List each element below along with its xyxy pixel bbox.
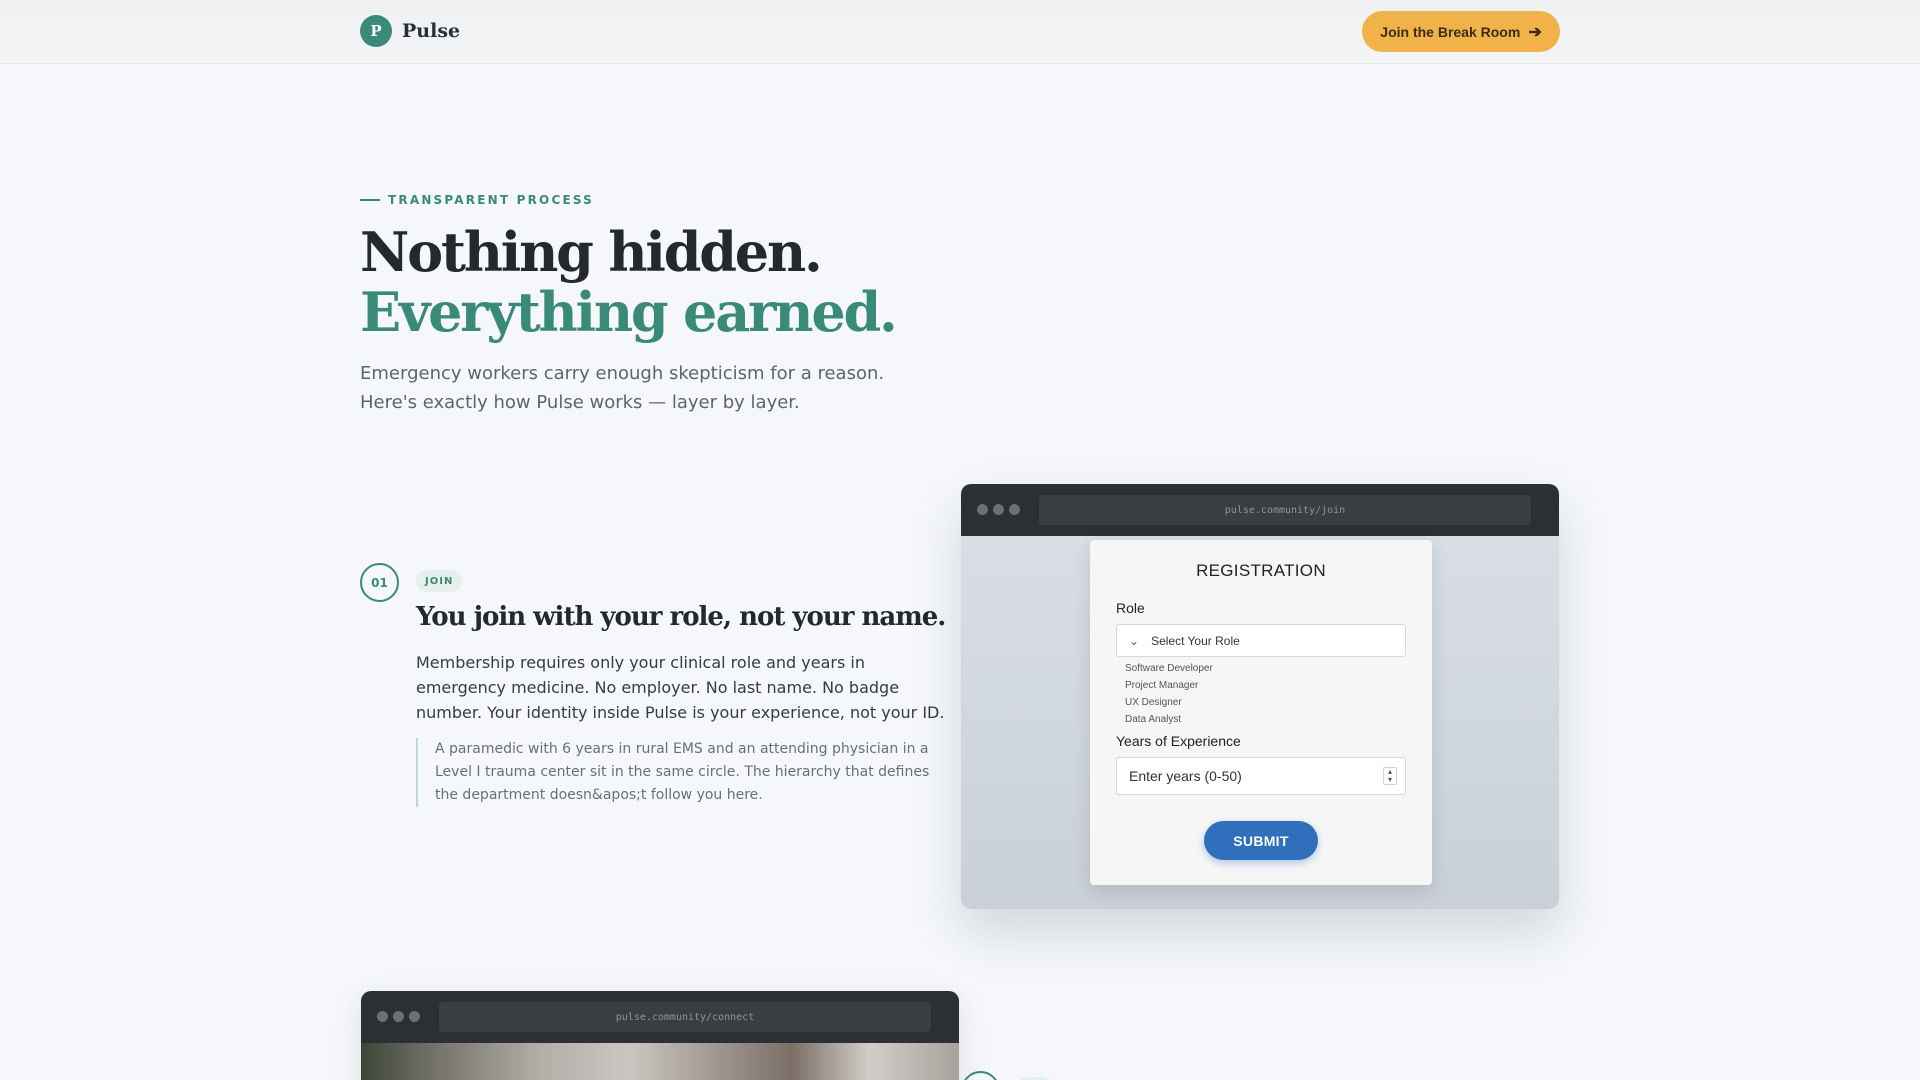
submit-button[interactable]: SUBMIT bbox=[1204, 821, 1318, 860]
chevron-down-icon: ⌄ bbox=[1129, 633, 1140, 648]
address-bar[interactable]: pulse.community/connect bbox=[439, 1002, 931, 1032]
window-dot-icon bbox=[393, 1011, 404, 1022]
number-stepper-icon[interactable]: ▴ ▾ bbox=[1383, 767, 1397, 785]
years-placeholder: Enter years (0-50) bbox=[1129, 768, 1242, 784]
form-title: REGISTRATION bbox=[1196, 561, 1326, 580]
hero-title-line1: Nothing hidden. bbox=[360, 220, 823, 284]
step-number: 01 bbox=[360, 563, 399, 602]
hero-title-line2: Everything earned. bbox=[360, 280, 898, 344]
brand-logo[interactable]: P Pulse bbox=[360, 15, 460, 47]
browser-toolbar: pulse.community/join bbox=[961, 484, 1559, 536]
window-dot-icon bbox=[977, 504, 988, 515]
browser-toolbar: pulse.community/connect bbox=[361, 991, 959, 1043]
years-input[interactable]: Enter years (0-50) ▴ ▾ bbox=[1116, 757, 1406, 795]
join-break-room-button[interactable]: Join the Break Room ➔ bbox=[1362, 11, 1560, 52]
role-options: Software Developer Project Manager UX De… bbox=[1125, 660, 1213, 728]
cta-label: Join the Break Room bbox=[1380, 23, 1521, 40]
step-body: Membership requires only your clinical r… bbox=[416, 653, 945, 722]
role-option[interactable]: UX Designer bbox=[1125, 694, 1213, 711]
window-dot-icon bbox=[1009, 504, 1020, 515]
window-dot-icon bbox=[409, 1011, 420, 1022]
window-dot-icon bbox=[993, 504, 1004, 515]
registration-form: REGISTRATION Role ⌄ Select Your Role Sof… bbox=[1090, 540, 1432, 885]
step-quote: A paramedic with 6 years in rural EMS an… bbox=[416, 738, 956, 807]
section-eyebrow: TRANSPARENT PROCESS bbox=[360, 193, 594, 207]
step-title: You join with your role, not your name. bbox=[416, 602, 946, 632]
step-number bbox=[961, 1071, 1000, 1080]
eyebrow-rule bbox=[360, 199, 380, 201]
site-header: P Pulse Join the Break Room ➔ bbox=[0, 0, 1920, 64]
hero-title: Nothing hidden. Everything earned. bbox=[360, 220, 898, 344]
join-browser-mock: pulse.community/join REGISTRATION Role ⌄… bbox=[961, 484, 1559, 909]
role-select[interactable]: ⌄ Select Your Role bbox=[1116, 624, 1406, 657]
eyebrow-text: TRANSPARENT PROCESS bbox=[388, 193, 595, 207]
step-badge: JOIN bbox=[416, 570, 463, 592]
connect-browser-mock: pulse.community/connect bbox=[361, 991, 959, 1080]
hero-lead: Emergency workers carry enough skepticis… bbox=[360, 363, 885, 413]
address-bar[interactable]: pulse.community/join bbox=[1039, 495, 1531, 525]
years-label: Years of Experience bbox=[1116, 733, 1241, 749]
role-option[interactable]: Data Analyst bbox=[1125, 711, 1213, 728]
role-option[interactable]: Software Developer bbox=[1125, 660, 1213, 677]
role-option[interactable]: Project Manager bbox=[1125, 677, 1213, 694]
brand-name: Pulse bbox=[402, 20, 461, 42]
community-photo bbox=[361, 1043, 959, 1080]
role-label: Role bbox=[1116, 600, 1145, 616]
arrow-right-icon: ➔ bbox=[1528, 23, 1542, 41]
window-dot-icon bbox=[377, 1011, 388, 1022]
role-placeholder: Select Your Role bbox=[1151, 633, 1240, 648]
logo-mark: P bbox=[360, 15, 392, 47]
